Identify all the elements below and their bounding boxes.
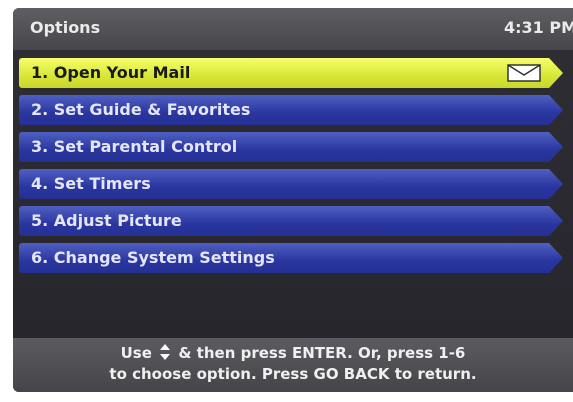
menu-item-label: 1. Open Your Mail	[31, 63, 191, 82]
menu-item-guide-favorites[interactable]: 2. Set Guide & Favorites	[19, 95, 563, 125]
help-text-line-1: Use & then press ENTER. Or, press 1-6	[13, 344, 573, 362]
menu-item-label: 2. Set Guide & Favorites	[31, 100, 251, 119]
menu-item-label: 3. Set Parental Control	[31, 137, 238, 156]
menu-item-label: 6. Change System Settings	[31, 248, 275, 267]
menu-item-label: 4. Set Timers	[31, 174, 151, 193]
up-down-arrows-icon	[160, 344, 171, 360]
menu-item-open-mail[interactable]: 1. Open Your Mail	[19, 58, 563, 88]
header-bar: Options 4:31 PM	[13, 8, 573, 50]
menu-item-label: 5. Adjust Picture	[31, 211, 182, 230]
options-screen: Options 4:31 PM 1. Open Your Mail 2. Set…	[13, 8, 573, 392]
help-text-suffix: & then press ENTER. Or, press 1-6	[178, 344, 466, 362]
help-footer: Use & then press ENTER. Or, press 1-6 to…	[13, 338, 573, 392]
mail-icon	[507, 64, 541, 82]
clock: 4:31 PM	[503, 18, 573, 37]
help-text-prefix: Use	[120, 344, 152, 362]
menu-item-timers[interactable]: 4. Set Timers	[19, 169, 563, 199]
menu-item-parental-control[interactable]: 3. Set Parental Control	[19, 132, 563, 162]
page-title: Options	[30, 18, 101, 37]
menu-item-system-settings[interactable]: 6. Change System Settings	[19, 243, 563, 273]
help-text-line-2: to choose option. Press GO BACK to retur…	[109, 365, 477, 383]
menu-item-adjust-picture[interactable]: 5. Adjust Picture	[19, 206, 563, 236]
